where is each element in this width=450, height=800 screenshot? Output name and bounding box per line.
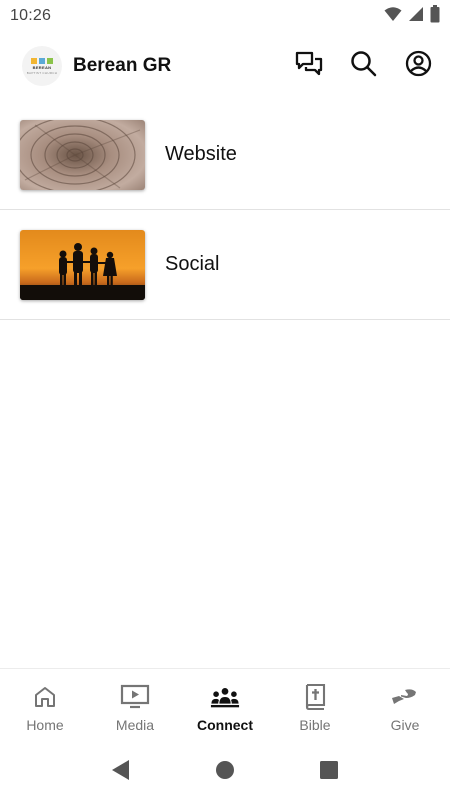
list-item-social[interactable]: Social bbox=[0, 210, 450, 320]
system-home-button[interactable] bbox=[213, 760, 237, 784]
sunset-silhouette-image bbox=[20, 229, 145, 300]
tv-play-icon bbox=[120, 683, 150, 711]
nav-item-give[interactable]: Give bbox=[360, 669, 450, 744]
logo-subtext: BAPTIST CHURCH bbox=[26, 70, 58, 75]
chat-button[interactable] bbox=[293, 51, 324, 82]
nav-label: Home bbox=[26, 717, 64, 733]
nav-label: Bible bbox=[299, 717, 331, 733]
group-icon bbox=[210, 683, 240, 711]
home-circle-icon bbox=[215, 760, 235, 785]
status-time: 10:26 bbox=[10, 7, 52, 24]
status-icons bbox=[384, 4, 440, 28]
nav-label: Media bbox=[115, 717, 155, 733]
system-back-button[interactable] bbox=[109, 759, 133, 786]
logo-text: BEREAN bbox=[32, 64, 52, 70]
church-logo: BEREAN BAPTIST CHURCH bbox=[22, 46, 62, 86]
chat-icon bbox=[295, 51, 323, 82]
back-icon bbox=[111, 759, 131, 786]
nav-label: Give bbox=[390, 717, 420, 733]
nav-label: Connect bbox=[197, 717, 253, 733]
nav-item-media[interactable]: Media bbox=[90, 669, 180, 744]
logo-mark-1 bbox=[31, 57, 37, 64]
recents-icon bbox=[319, 760, 339, 785]
account-icon bbox=[405, 50, 432, 82]
logo-mark-3 bbox=[47, 57, 53, 64]
app-title: Berean GR bbox=[73, 55, 172, 76]
cellular-signal-icon bbox=[408, 6, 424, 27]
system-navigation-bar bbox=[0, 744, 450, 800]
nav-item-home[interactable]: Home bbox=[0, 669, 90, 744]
system-recents-button[interactable] bbox=[317, 760, 341, 784]
status-bar: 10:26 bbox=[0, 0, 450, 32]
nav-item-connect[interactable]: Connect bbox=[180, 669, 270, 744]
home-icon bbox=[30, 683, 60, 711]
nav-item-bible[interactable]: Bible bbox=[270, 669, 360, 744]
list-item-label: Website bbox=[165, 143, 237, 165]
logo-marks bbox=[31, 57, 53, 64]
list-item-website[interactable]: Website bbox=[0, 100, 450, 210]
logo-mark-2 bbox=[39, 57, 45, 64]
search-button[interactable] bbox=[348, 51, 379, 82]
giving-hand-icon bbox=[390, 683, 420, 711]
tree-rings-image bbox=[20, 119, 145, 190]
search-icon bbox=[350, 50, 377, 82]
bible-icon bbox=[300, 683, 330, 711]
list-item-label: Social bbox=[165, 253, 220, 275]
battery-icon bbox=[430, 4, 440, 28]
connect-list: Website Social bbox=[0, 100, 450, 320]
app-bar-actions bbox=[293, 50, 434, 82]
account-button[interactable] bbox=[403, 50, 434, 82]
wifi-icon bbox=[384, 6, 402, 27]
bottom-navigation: Home Media Connect Bible Give bbox=[0, 668, 450, 744]
app-bar: BEREAN BAPTIST CHURCH Berean GR bbox=[0, 40, 450, 92]
